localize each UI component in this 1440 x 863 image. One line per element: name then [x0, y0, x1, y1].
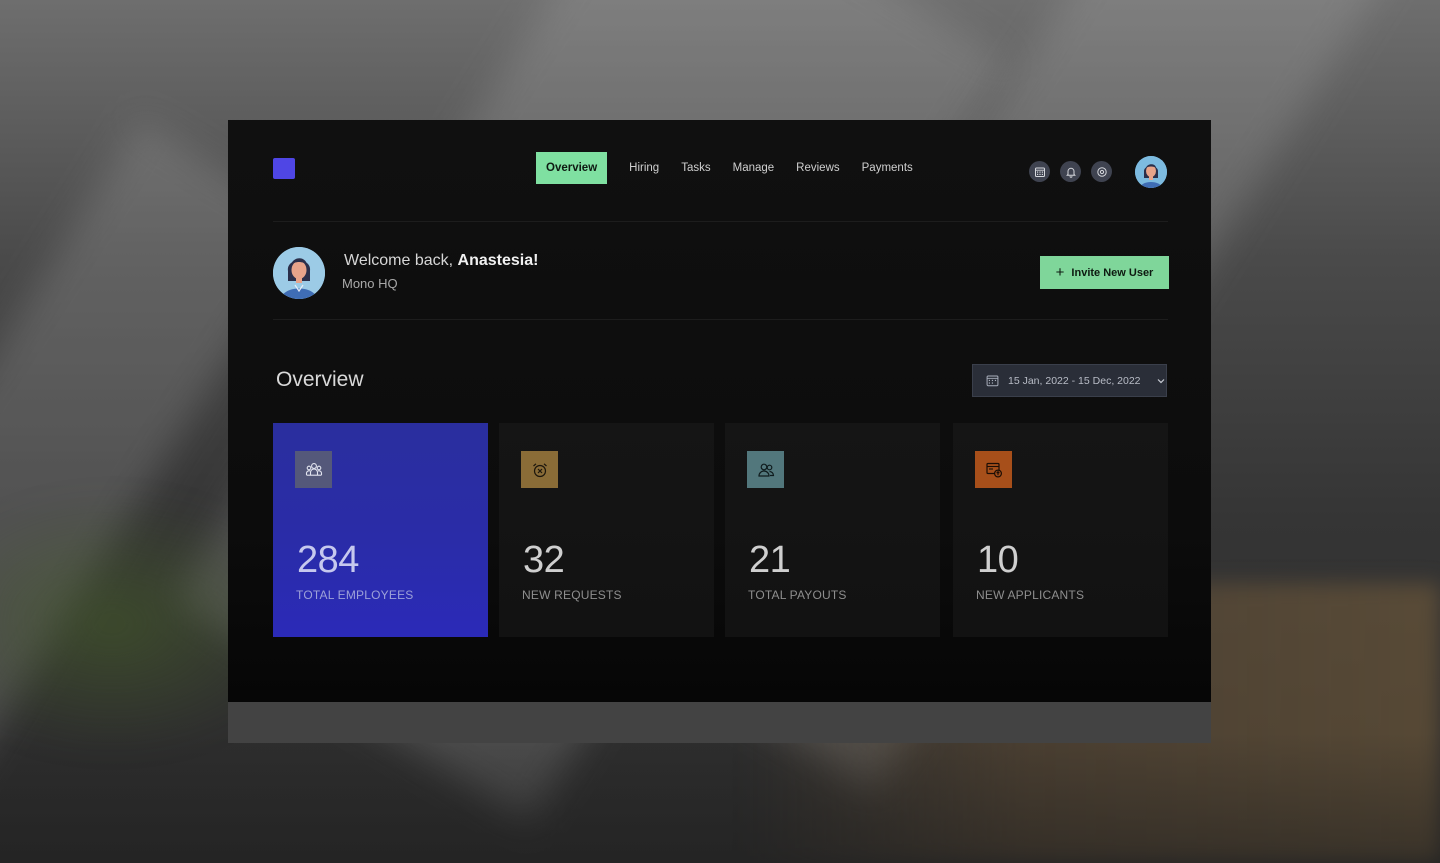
nav-hiring[interactable]: Hiring	[618, 152, 670, 184]
window-bottom-bar	[228, 702, 1211, 743]
settings-icon	[1096, 166, 1107, 177]
stat-card-total-employees[interactable]: 284 TOTAL EMPLOYEES	[273, 423, 488, 637]
stat-icon-box	[521, 451, 558, 488]
welcome-message: Welcome back, Anastesia!	[344, 252, 538, 270]
stat-card-new-applicants[interactable]: 10 NEW APPLICANTS	[953, 423, 1168, 637]
stat-value: 21	[749, 539, 791, 581]
stat-label: TOTAL PAYOUTS	[748, 588, 847, 602]
document-upload-icon	[985, 462, 1002, 478]
plus-icon: +	[1055, 263, 1065, 281]
stat-label: TOTAL EMPLOYEES	[296, 588, 414, 602]
user-avatar[interactable]	[1135, 156, 1167, 188]
overview-title: Overview	[276, 368, 364, 391]
stat-label: NEW APPLICANTS	[976, 588, 1085, 602]
chevron-down-icon	[1157, 378, 1164, 383]
nav-reviews[interactable]: Reviews	[785, 152, 850, 184]
organization-name: Mono HQ	[342, 276, 398, 291]
date-range-value: 15 Jan, 2022 - 15 Dec, 2022	[1008, 374, 1141, 387]
users-icon	[757, 463, 774, 477]
alarm-icon	[532, 462, 547, 477]
nav-manage[interactable]: Manage	[722, 152, 786, 184]
header-divider	[273, 221, 1168, 222]
nav-overview[interactable]: Overview	[536, 152, 608, 184]
stat-value: 284	[297, 539, 359, 581]
stat-label: NEW REQUESTS	[522, 588, 622, 602]
invite-button-label: Invite New User	[1071, 266, 1154, 279]
stat-card-total-payouts[interactable]: 21 TOTAL PAYOUTS	[725, 423, 940, 637]
stat-value: 10	[977, 539, 1019, 581]
stat-card-new-requests[interactable]: 32 NEW REQUESTS	[499, 423, 714, 637]
notifications-button[interactable]	[1060, 161, 1081, 182]
welcome-divider	[273, 319, 1168, 320]
invite-new-user-button[interactable]: + Invite New User	[1040, 256, 1169, 289]
welcome-user-name: Anastesia!	[457, 252, 539, 269]
app-logo[interactable]	[273, 158, 295, 179]
profile-avatar	[273, 247, 325, 299]
stat-icon-box	[975, 451, 1012, 488]
users-group-icon	[305, 462, 322, 476]
stat-icon-box	[295, 451, 332, 488]
settings-button[interactable]	[1091, 161, 1112, 182]
calendar-button[interactable]	[1029, 161, 1050, 182]
calendar-icon	[986, 375, 999, 387]
dashboard-window: Overview Hiring Tasks Manage Reviews Pay…	[228, 120, 1211, 702]
calendar-icon	[1034, 167, 1045, 177]
date-range-picker[interactable]: 15 Jan, 2022 - 15 Dec, 2022	[972, 364, 1167, 397]
nav-tasks[interactable]: Tasks	[670, 152, 721, 184]
main-nav: Overview Hiring Tasks Manage Reviews Pay…	[536, 152, 924, 184]
bell-icon	[1065, 167, 1076, 178]
nav-payments[interactable]: Payments	[851, 152, 924, 184]
stat-icon-box	[747, 451, 784, 488]
stat-value: 32	[523, 539, 565, 581]
welcome-greeting: Welcome back,	[344, 252, 454, 269]
